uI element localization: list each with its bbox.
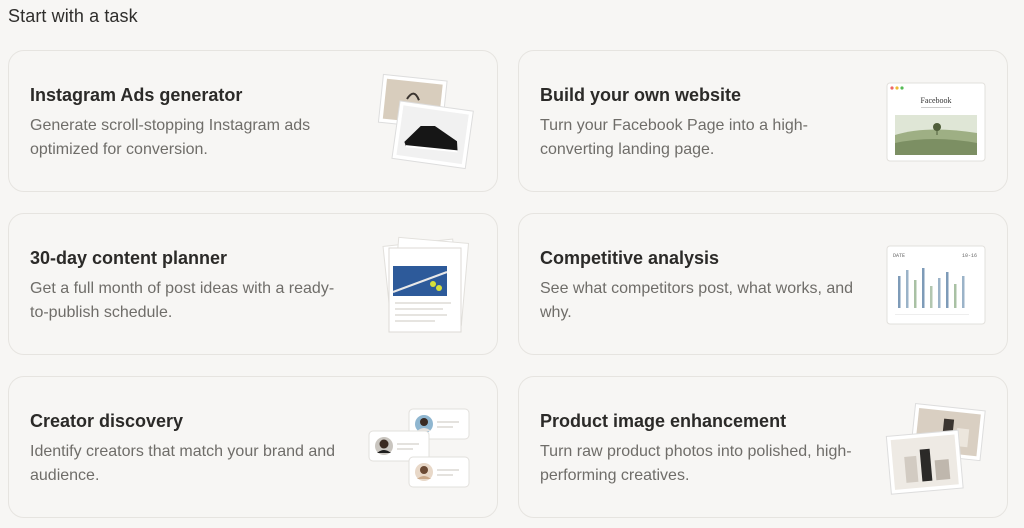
task-card-build-website[interactable]: Build your own website Turn your Faceboo…: [518, 50, 1008, 192]
card-description: Get a full month of post ideas with a re…: [30, 280, 335, 321]
analytics-chart-thumbnail: DATE 10-16: [886, 245, 986, 325]
content-calendar-thumbnail: [382, 236, 470, 333]
card-description: Turn your Facebook Page into a high-conv…: [540, 117, 809, 158]
card-description: See what competitors post, what works, a…: [540, 280, 854, 321]
thumb-date-label: DATE: [893, 253, 905, 259]
section-heading: Start with a task: [8, 6, 138, 26]
task-card-product-enhancement[interactable]: Product image enhancement Turn raw produ…: [518, 376, 1008, 518]
card-title: Build your own website: [540, 85, 742, 105]
thumb-label: Facebook: [920, 96, 951, 105]
card-title: Creator discovery: [30, 411, 184, 431]
card-title: Competitive analysis: [540, 248, 720, 268]
card-description: Generate scroll-stopping Instagram ads o…: [30, 117, 311, 158]
card-description: Identify creators that match your brand …: [30, 443, 336, 484]
task-card-creator-discovery[interactable]: Creator discovery Identify creators that…: [8, 376, 498, 518]
card-description: Turn raw product photos into polished, h…: [540, 443, 852, 484]
product-photos-thumbnail: [377, 73, 474, 170]
enhanced-product-thumbnail: [885, 403, 986, 495]
thumb-range-label: 10-16: [962, 253, 977, 259]
task-card-competitive-analysis[interactable]: Competitive analysis See what competitor…: [518, 213, 1008, 355]
task-card-instagram-ads[interactable]: Instagram Ads generator Generate scroll-…: [8, 50, 498, 192]
card-title: 30-day content planner: [30, 248, 228, 268]
website-preview-thumbnail: Facebook: [886, 82, 986, 162]
card-title: Instagram Ads generator: [30, 85, 243, 105]
creator-profiles-thumbnail: [368, 408, 470, 488]
task-card-content-planner[interactable]: 30-day content planner Get a full month …: [8, 213, 498, 355]
card-title: Product image enhancement: [540, 411, 787, 431]
